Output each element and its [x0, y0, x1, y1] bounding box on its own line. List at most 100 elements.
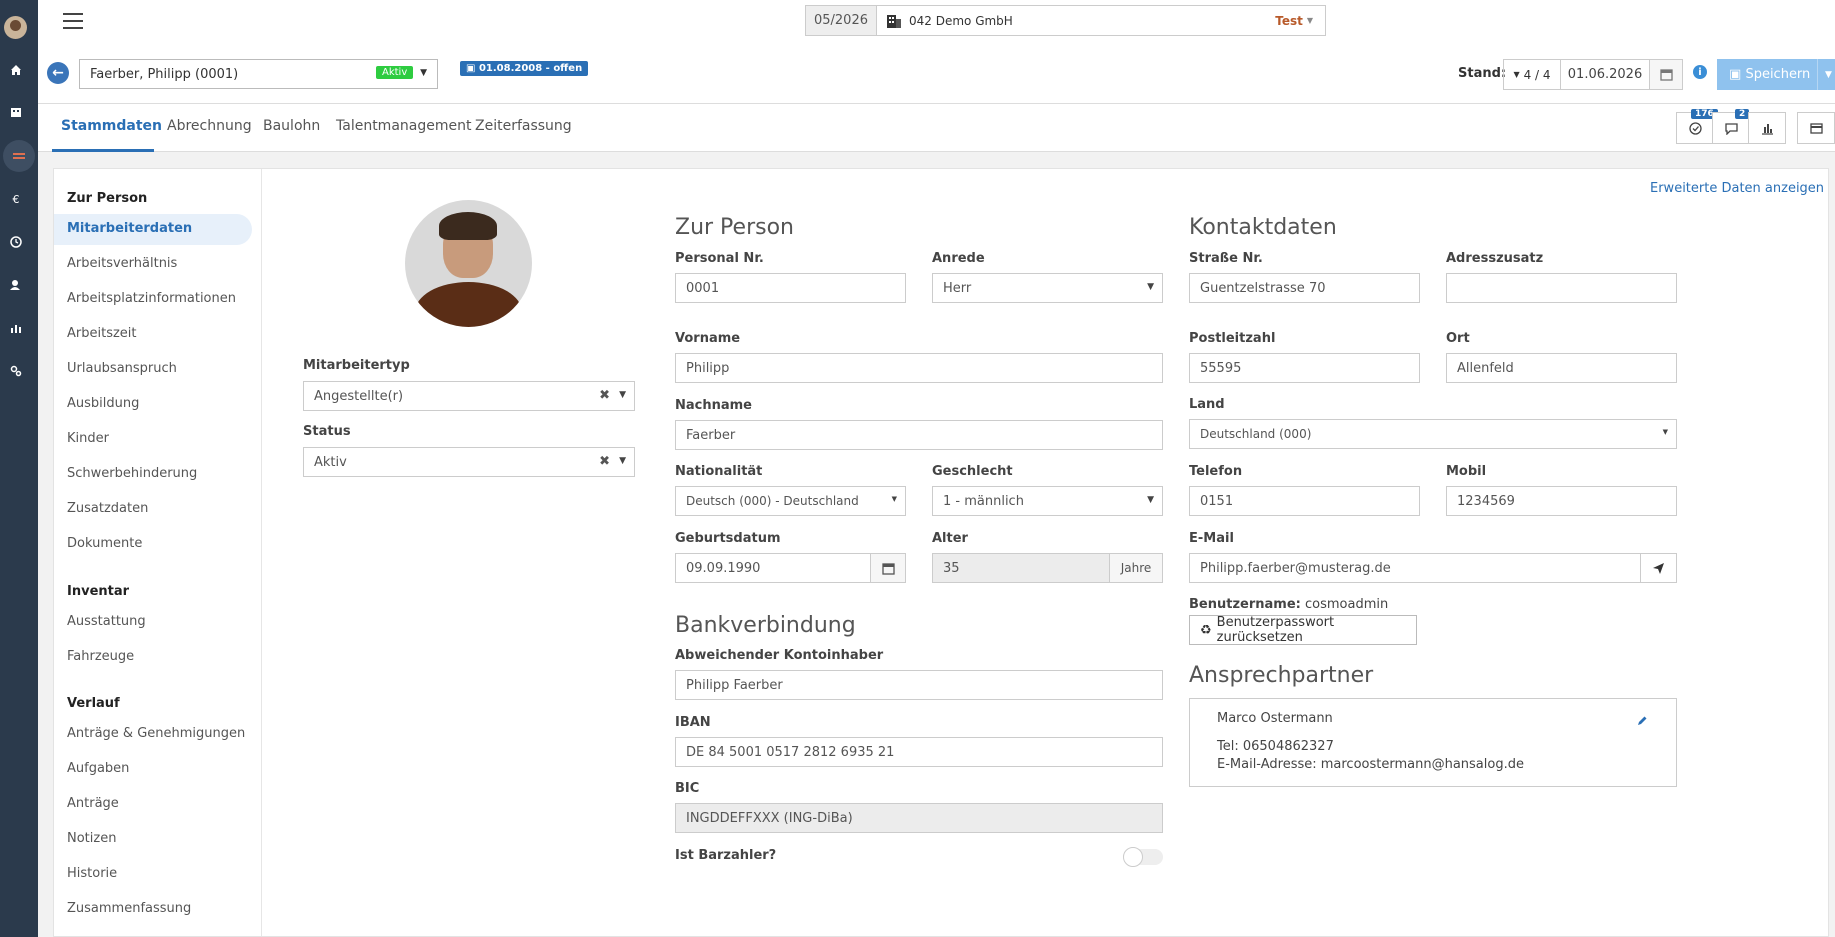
context-selector[interactable]: 05/2026 042 Demo GmbH Test ▼: [805, 5, 1326, 36]
pencil-icon[interactable]: [1636, 715, 1648, 731]
nav-ausbildung[interactable]: Ausbildung: [67, 396, 139, 411]
version-select[interactable]: ▼ 4 / 4: [1503, 59, 1561, 90]
vorname-input[interactable]: Philipp: [675, 353, 1163, 383]
employee-select[interactable]: Faerber, Philipp (0001) Aktiv ▼: [79, 59, 438, 89]
geburtsdatum-value: 09.09.1990: [686, 560, 761, 576]
calendar-icon[interactable]: [870, 554, 905, 582]
nachname-input[interactable]: Faerber: [675, 420, 1163, 450]
reset-password-label: Benutzerpasswort zurücksetzen: [1216, 615, 1335, 645]
tasks-button[interactable]: 176: [1676, 109, 1718, 144]
strasse-input[interactable]: Guentzelstrasse 70: [1189, 273, 1420, 303]
home-icon[interactable]: [0, 54, 32, 86]
nav-group-zur-person: Zur Person: [67, 191, 148, 206]
nav-zusatzdaten[interactable]: Zusatzdaten: [67, 501, 148, 516]
username-label: Benutzername:: [1189, 597, 1301, 612]
chevron-down-icon: ▼: [1662, 428, 1668, 436]
nav-notizen[interactable]: Notizen: [67, 831, 116, 846]
nav-aufgaben[interactable]: Aufgaben: [67, 761, 129, 776]
nav-antraege-genehmigungen[interactable]: Anträge & Genehmigungen: [67, 726, 245, 741]
nav-arbeitsverhaeltnis[interactable]: Arbeitsverhältnis: [67, 256, 177, 271]
tab-stammdaten[interactable]: Stammdaten: [61, 118, 162, 134]
nav-antraege[interactable]: Anträge: [67, 796, 119, 811]
iban-input[interactable]: DE 84 5001 0517 2812 6935 21: [675, 737, 1163, 767]
paper-plane-icon: [1653, 562, 1664, 574]
clock-icon[interactable]: [0, 226, 32, 258]
anrede-select[interactable]: Herr ▼: [932, 273, 1163, 303]
nav-historie[interactable]: Historie: [67, 866, 117, 881]
save-dropdown-toggle[interactable]: ▼: [1817, 59, 1835, 90]
nav-fahrzeuge[interactable]: Fahrzeuge: [67, 649, 134, 664]
tab-baulohn[interactable]: Baulohn: [263, 118, 320, 134]
tab-abrechnung[interactable]: Abrechnung: [167, 118, 252, 134]
user-avatar[interactable]: [4, 16, 27, 39]
back-arrow-icon[interactable]: ←: [47, 62, 69, 84]
credit-card-icon: [1809, 122, 1823, 134]
reset-password-button[interactable]: ♻ Benutzerpasswort zurücksetzen: [1189, 615, 1417, 645]
personal-nr-input[interactable]: 0001: [675, 273, 906, 303]
euro-icon[interactable]: €: [0, 183, 32, 215]
chevron-down-icon: ▼: [1306, 16, 1313, 25]
company-field[interactable]: 042 Demo GmbH: [877, 6, 1275, 35]
nav-dokumente[interactable]: Dokumente: [67, 536, 142, 551]
clear-icon[interactable]: ✖: [599, 454, 610, 469]
kontoinhaber-input[interactable]: Philipp Faerber: [675, 670, 1163, 700]
mobil-input[interactable]: 1234569: [1446, 486, 1677, 516]
land-label: Land: [1189, 397, 1225, 412]
employee-photo[interactable]: [405, 200, 532, 327]
adresszusatz-input[interactable]: [1446, 273, 1677, 303]
building-icon[interactable]: [0, 96, 32, 128]
email-input[interactable]: Philipp.faerber@musterag.de: [1189, 553, 1641, 583]
nav-arbeitszeit[interactable]: Arbeitszeit: [67, 326, 137, 341]
chart-icon[interactable]: [0, 312, 32, 344]
messages-button[interactable]: 2: [1712, 109, 1750, 144]
statistics-button[interactable]: [1748, 112, 1786, 144]
telefon-input[interactable]: 0151: [1189, 486, 1420, 516]
bic-input: INGDDEFFXXX (ING-DiBa): [675, 803, 1163, 833]
info-icon[interactable]: i: [1693, 65, 1707, 79]
status-value: Aktiv: [314, 454, 347, 470]
user-gear-icon[interactable]: [0, 269, 32, 301]
ansprechpartner-card: Marco Ostermann Tel: 06504862327 E-Mail-…: [1189, 698, 1677, 787]
alter-unit: Jahre: [1109, 554, 1162, 582]
period-field[interactable]: 05/2026: [806, 6, 877, 35]
nachname-label: Nachname: [675, 398, 753, 413]
ort-input[interactable]: Allenfeld: [1446, 353, 1677, 383]
nav-mitarbeiterdaten[interactable]: Mitarbeiterdaten: [67, 221, 192, 236]
stand-label: Stand:: [1458, 66, 1507, 81]
bic-label: BIC: [675, 781, 700, 796]
employees-icon[interactable]: [3, 140, 35, 172]
tab-talentmanagement[interactable]: Talentmanagement: [336, 118, 471, 134]
mitarbeitertyp-select[interactable]: Angestellte(r) ✖ ▼: [303, 381, 635, 411]
status-label: Status: [303, 424, 351, 439]
nav-schwerbehinderung[interactable]: Schwerbehinderung: [67, 466, 197, 481]
send-email-button[interactable]: [1640, 553, 1677, 583]
geburtsdatum-input[interactable]: 09.09.1990: [675, 553, 906, 583]
menu-icon[interactable]: [63, 13, 83, 29]
save-button[interactable]: ▣ Speichern ▼: [1717, 59, 1835, 90]
nav-urlaubsanspruch[interactable]: Urlaubsanspruch: [67, 361, 177, 376]
stand-date-input[interactable]: 01.06.2026: [1560, 59, 1650, 90]
calendar-icon[interactable]: [1649, 59, 1683, 90]
email-label: E-Mail: [1189, 531, 1234, 546]
tab-active-indicator: [52, 149, 154, 152]
card-view-button[interactable]: [1797, 112, 1835, 144]
environment-select[interactable]: Test ▼: [1275, 6, 1325, 35]
tab-bar: Stammdaten Abrechnung Baulohn Talentmana…: [38, 104, 1835, 152]
nav-arbeitsplatzinformationen[interactable]: Arbeitsplatzinformationen: [67, 291, 236, 306]
nationalitaet-select[interactable]: Deutsch (000) - Deutschland ▼: [675, 486, 906, 516]
chevron-down-icon: ▼: [619, 456, 626, 466]
status-select[interactable]: Aktiv ✖ ▼: [303, 447, 635, 477]
username-value: cosmoadmin: [1304, 597, 1389, 612]
clear-icon[interactable]: ✖: [599, 388, 610, 403]
land-select[interactable]: Deutschland (000) ▼: [1189, 419, 1677, 449]
nav-ausstattung[interactable]: Ausstattung: [67, 614, 146, 629]
barzahler-toggle[interactable]: [1123, 847, 1163, 867]
plz-input[interactable]: 55595: [1189, 353, 1420, 383]
tab-zeiterfassung[interactable]: Zeiterfassung: [475, 118, 572, 134]
extended-data-link[interactable]: Erweiterte Daten anzeigen: [1650, 181, 1824, 196]
settings-icon[interactable]: [0, 355, 32, 387]
nav-zusammenfassung[interactable]: Zusammenfassung: [67, 901, 191, 916]
geschlecht-select[interactable]: 1 - männlich ▼: [932, 486, 1163, 516]
nav-kinder[interactable]: Kinder: [67, 431, 109, 446]
adresszusatz-label: Adresszusatz: [1446, 251, 1544, 266]
